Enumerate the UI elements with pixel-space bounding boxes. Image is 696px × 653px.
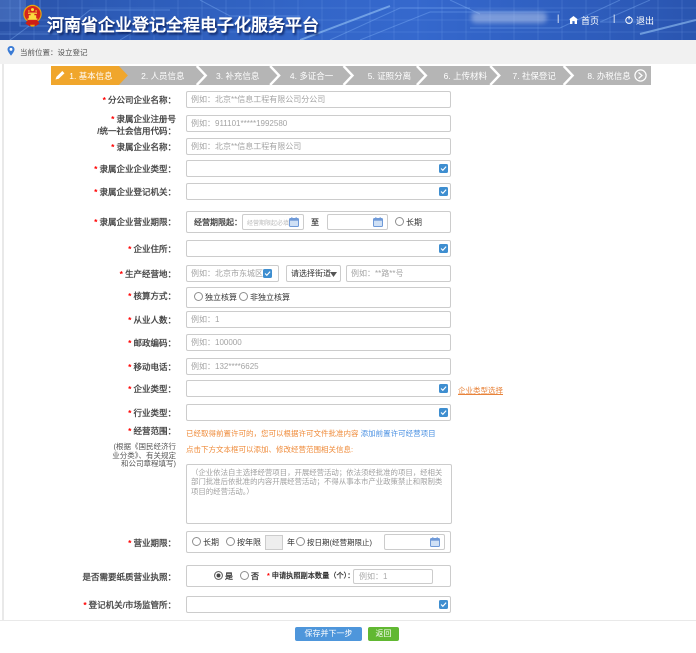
svg-text:8. 办税信息: 8. 办税信息 — [587, 71, 630, 81]
svg-text:4. 多证合一: 4. 多证合一 — [290, 71, 334, 81]
svg-text:7. 社保登记: 7. 社保登记 — [513, 71, 557, 81]
svg-text:1. 基本信息: 1. 基本信息 — [69, 71, 112, 81]
svg-text:6. 上传材料: 6. 上传材料 — [444, 71, 488, 81]
svg-text:5. 证照分离: 5. 证照分离 — [368, 71, 411, 81]
svg-text:3. 补充信息: 3. 补充信息 — [216, 71, 259, 81]
svg-text:2. 人员信息: 2. 人员信息 — [141, 71, 184, 81]
